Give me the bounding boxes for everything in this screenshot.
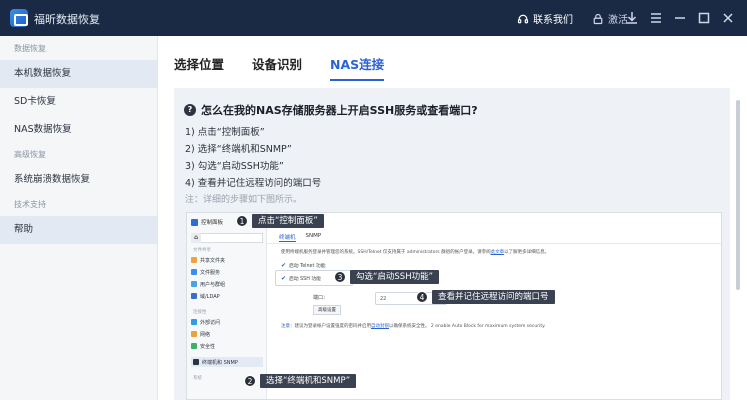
screenshot-main: 终端机 SNMP 使用终端机服务登录并管理您的系统。SSH/Telnet 仅支持… <box>267 213 721 399</box>
help-step: 3) 勾选“启动SSH功能” <box>185 161 284 172</box>
headset-icon <box>517 14 529 23</box>
callout-text: 勾选“启动SSH功能” <box>350 270 439 284</box>
app-logo-icon <box>10 9 28 27</box>
help-card: ? 怎么在我的NAS存储服务器上开启SSH服务或查看端口? 1) 点击“控制面板… <box>174 88 730 400</box>
port-label: 端口： <box>313 295 329 301</box>
network-icon <box>191 331 197 337</box>
sidebar-item-nas-recovery[interactable]: NAS数据恢复 <box>0 116 157 144</box>
screenshot-item: 安全性 <box>191 341 215 351</box>
screenshot-tab-terminal: 终端机 <box>279 235 296 242</box>
check-icon: ✔ <box>281 262 287 269</box>
sidebar-item-help[interactable]: 帮助 <box>0 216 157 244</box>
help-note: 注：详细的步骤如下图所示。 <box>185 195 303 205</box>
help-step: 1) 点击“控制面板” <box>185 127 265 138</box>
callout-number: 4 <box>416 291 428 303</box>
sidebar-group-support: 技术支持 <box>14 200 46 209</box>
screenshot-tab-snmp: SNMP <box>305 233 322 239</box>
screenshot-group: 系统 <box>193 376 202 381</box>
sidebar-item-sd-recovery[interactable]: SD卡恢复 <box>0 88 157 116</box>
screenshot-group: 连接性 <box>193 310 207 315</box>
screenshot-item-terminal-snmp: 终端机和 SNMP <box>191 357 263 367</box>
screenshot-item: 用户与群组 <box>191 279 225 289</box>
help-question: ? 怎么在我的NAS存储服务器上开启SSH服务或查看端口? <box>184 102 478 118</box>
help-step: 2) 选择“终端机和SNMP” <box>185 144 292 155</box>
app-title: 福昕数据恢复 <box>34 13 100 26</box>
advanced-settings-button: 高级设置 <box>313 305 341 315</box>
question-icon: ? <box>184 104 196 116</box>
divider <box>267 243 721 244</box>
menu-icon[interactable] <box>648 10 664 26</box>
users-icon <box>191 281 197 287</box>
callout-1: 1 点击“控制面板” <box>236 214 324 228</box>
terminal-icon <box>193 359 199 365</box>
telnet-checkbox: ✔ 启动 Telnet 功能 <box>281 262 326 270</box>
screenshot-group: 文件共享 <box>193 248 211 253</box>
sidebar-group-recovery: 数据恢复 <box>14 44 46 53</box>
tab-select-location[interactable]: 选择位置 <box>174 54 224 81</box>
screenshot-header: 控制面板 <box>191 218 223 226</box>
screenshot-description: 使用终端机服务登录并管理您的系统。SSH/Telnet 仅支持属于 admini… <box>281 250 550 255</box>
download-icon[interactable] <box>624 10 640 26</box>
tab-bar: 选择位置 设备识别 NAS连接 <box>174 54 385 81</box>
callout-2: 2 选择“终端机和SNMP” <box>244 374 357 388</box>
control-panel-screenshot: 控制面板 ⌂ 文件共享 共享文件夹 文件服务 用户与群组 域/LDAP 连接性 … <box>186 212 722 400</box>
scrollbar-thumb[interactable] <box>736 100 740 290</box>
screenshot-item: 文件服务 <box>191 267 220 277</box>
callout-number: 1 <box>236 215 248 227</box>
ldap-icon <box>191 293 197 299</box>
callout-text: 点击“控制面板” <box>252 214 324 228</box>
screenshot-item: 外部访问 <box>191 317 220 327</box>
check-icon: ✔ <box>281 275 287 282</box>
screenshot-sidebar: 控制面板 ⌂ 文件共享 共享文件夹 文件服务 用户与群组 域/LDAP 连接性 … <box>187 213 267 399</box>
help-question-text: 怎么在我的NAS存储服务器上开启SSH服务或查看端口? <box>201 104 478 117</box>
control-panel-icon <box>191 218 198 226</box>
sidebar-group-advanced: 高级恢复 <box>14 150 46 159</box>
lock-icon <box>593 13 603 24</box>
maximize-icon[interactable] <box>696 10 712 26</box>
folder-icon <box>191 257 197 263</box>
callout-4: 4 查看并记住远程访问的端口号 <box>416 290 555 304</box>
activate-button[interactable]: 激活 <box>592 11 628 26</box>
ssh-checkbox: ✔ 启动 SSH 功能 <box>281 275 321 283</box>
file-service-icon <box>191 269 197 275</box>
tab-device-recognition[interactable]: 设备识别 <box>252 54 302 81</box>
minimize-icon[interactable] <box>672 10 688 26</box>
globe-icon <box>191 319 197 325</box>
sidebar: 数据恢复 本机数据恢复 SD卡恢复 NAS数据恢复 高级恢复 系统崩溃数据恢复 … <box>0 36 158 400</box>
sidebar-item-local-recovery[interactable]: 本机数据恢复 <box>0 60 157 88</box>
title-bar: 福昕数据恢复 联系我们 激活 <box>0 0 747 36</box>
screenshot-tabs: 终端机 SNMP <box>279 233 321 242</box>
scrollbar[interactable] <box>736 100 740 400</box>
help-step: 4) 查看并记住远程访问的端口号 <box>185 178 322 189</box>
close-icon[interactable] <box>720 10 736 26</box>
screenshot-item: 网络 <box>191 329 210 339</box>
callout-text: 查看并记住远程访问的端口号 <box>432 290 555 304</box>
contact-us-label: 联系我们 <box>533 15 573 26</box>
callout-number: 2 <box>244 375 256 387</box>
contact-us-button[interactable]: 联系我们 <box>517 11 573 26</box>
screenshot-search-box <box>191 233 263 243</box>
screenshot-tip: 注意：建议为登录帐户设置强度的密码并启用自动封锁以确保系统安全性。 2 enab… <box>281 324 546 329</box>
screenshot-item: 域/LDAP <box>191 291 220 301</box>
help-steps: 1) 点击“控制面板” 2) 选择“终端机和SNMP” 3) 勾选“启动SSH功… <box>185 124 321 209</box>
callout-3: 3 勾选“启动SSH功能” <box>334 270 439 284</box>
sidebar-item-crash-recovery[interactable]: 系统崩溃数据恢复 <box>0 166 157 194</box>
shield-icon <box>191 343 197 349</box>
screenshot-item: 共享文件夹 <box>191 255 225 265</box>
callout-number: 3 <box>334 271 346 283</box>
home-icon: ⌂ <box>191 233 201 243</box>
tab-nas-connection[interactable]: NAS连接 <box>330 54 385 81</box>
callout-text: 选择“终端机和SNMP” <box>260 374 357 388</box>
